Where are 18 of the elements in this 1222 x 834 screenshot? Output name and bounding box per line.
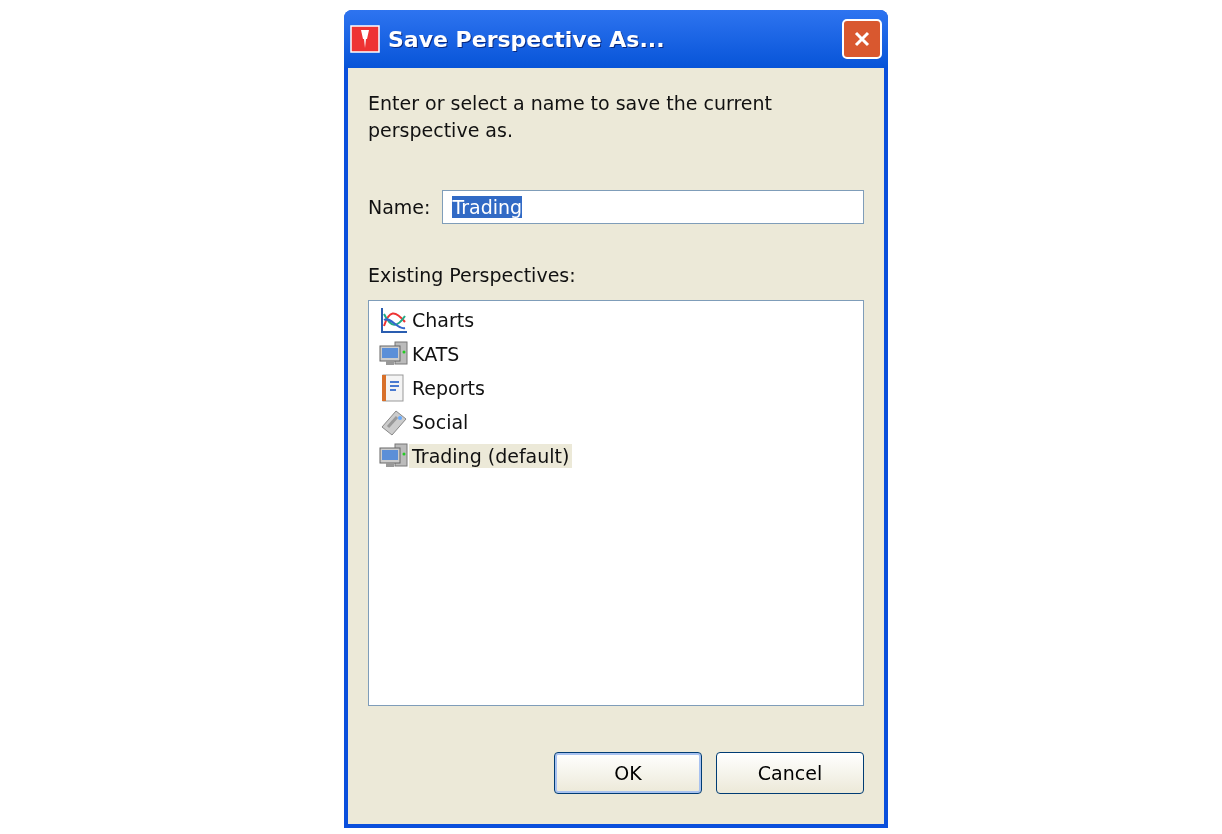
window-title: Save Perspective As...: [388, 26, 666, 52]
name-label: Name:: [368, 196, 431, 218]
perspective-item[interactable]: Reports: [409, 376, 488, 400]
perspective-item[interactable]: Trading (default): [409, 444, 573, 468]
perspective-item[interactable]: KATS: [409, 342, 463, 366]
perspective-item[interactable]: Social: [409, 410, 472, 434]
app-icon: [350, 25, 380, 53]
perspective-item[interactable]: Charts: [409, 308, 478, 332]
computer-icon: [379, 442, 409, 470]
tag-icon: [379, 408, 409, 436]
line-chart-icon: [379, 306, 409, 334]
computer-icon: [379, 340, 409, 368]
list-label: Existing Perspectives:: [368, 264, 577, 286]
name-field[interactable]: Trading: [442, 190, 864, 224]
close-button[interactable]: [842, 19, 882, 59]
ok-button[interactable]: OK: [554, 752, 702, 794]
instruction-text: Enter or select a name to save the current perspective as.: [368, 91, 773, 143]
cancel-button[interactable]: Cancel: [716, 752, 864, 794]
